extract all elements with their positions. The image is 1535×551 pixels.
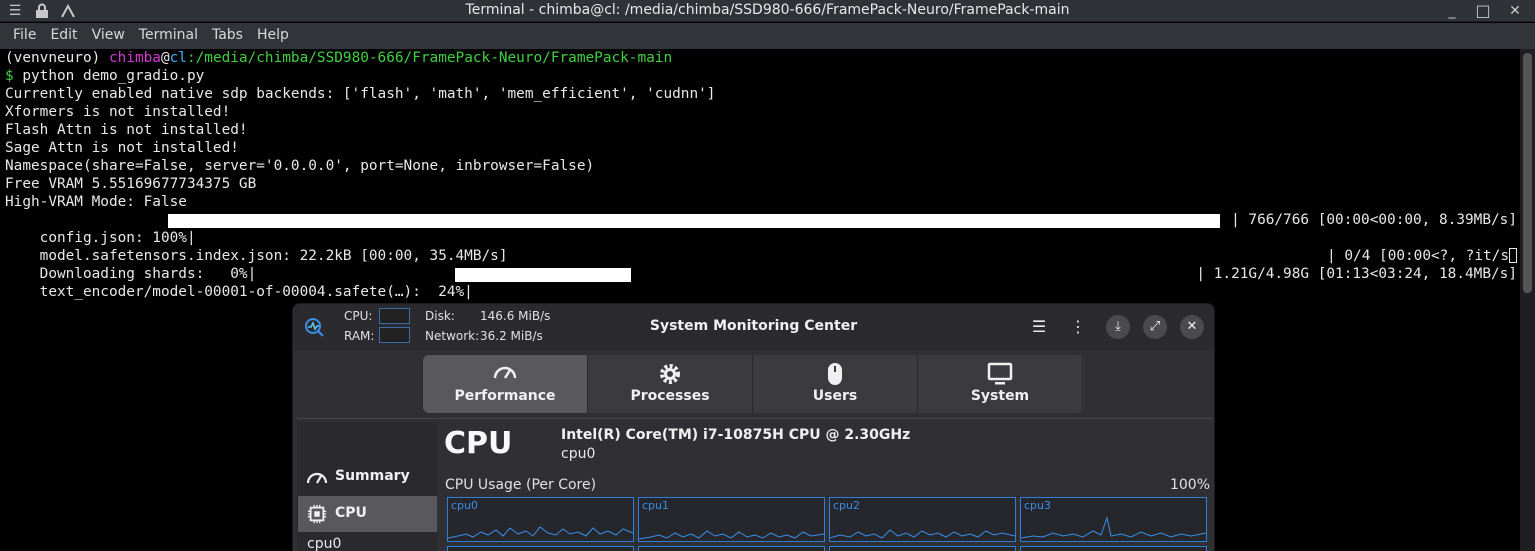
output-line: Flash Attn is not installed! xyxy=(5,122,248,138)
output-line: Free VRAM 5.55169677734375 GB xyxy=(5,176,257,192)
core-graph xyxy=(447,546,634,551)
menu-tabs[interactable]: Tabs xyxy=(205,23,250,49)
output-line: Namespace(share=False, server='0.0.0.0',… xyxy=(5,158,595,174)
menu-bar: File Edit View Terminal Tabs Help xyxy=(0,23,1535,49)
output-line: Xformers is not installed! xyxy=(5,104,231,120)
cpu-core-selector[interactable]: cpu0 xyxy=(307,536,341,551)
tab-label: Performance xyxy=(454,388,556,404)
cpu-usage-label: CPU Usage (Per Core) xyxy=(445,477,597,493)
core-graph-cpu3: cpu3 xyxy=(1020,497,1207,542)
cpu-usage-max: 100% xyxy=(1169,477,1210,493)
tab-label: System xyxy=(970,388,1030,404)
venv-name: (venvneuro) xyxy=(5,50,109,66)
output-line: High-VRAM Mode: False xyxy=(5,194,187,210)
performance-sidebar: Summary CPU cpu0 xyxy=(297,422,437,551)
mouse-icon xyxy=(753,361,917,387)
menu-view[interactable]: View xyxy=(85,23,132,49)
chip-icon xyxy=(307,504,327,524)
progress-line-config: config.json: 100%| | 766/766 [00:00<00:0… xyxy=(5,211,1520,246)
progress-line-shards: Downloading shards: 0%| | 0/4 [00:00<?, … xyxy=(5,247,1520,282)
prompt-host: cl xyxy=(169,50,187,66)
gauge-icon xyxy=(306,472,328,484)
system-monitor-window: CPU: RAM: Disk: 146.6 MiB/s Network: 36.… xyxy=(292,303,1215,551)
close-icon[interactable]: ✕ xyxy=(1180,315,1204,339)
tab-system[interactable]: System xyxy=(918,355,1083,413)
cpu-selected-core: cpu0 xyxy=(561,446,596,462)
core-graph xyxy=(638,546,825,551)
hamburger-menu-icon[interactable]: ☰ xyxy=(1028,316,1050,338)
monitor-header: CPU: RAM: Disk: 146.6 MiB/s Network: 36.… xyxy=(293,304,1214,350)
tab-label: Users xyxy=(812,388,858,404)
cpu-model-name: Intel(R) Core(TM) i7-10875H CPU @ 2.30GH… xyxy=(561,427,911,443)
prompt-symbol: $ xyxy=(5,68,23,84)
monitor-tabs: Performance Processes Users System xyxy=(423,355,1084,413)
window-title: Terminal - chimba@cl: /media/chimba/SSD9… xyxy=(465,2,1070,18)
progress-stats: | 1.21G/4.98G [01:13<03:24, 18.4MB/s] xyxy=(1196,266,1517,282)
progress-label: text_encoder/model-00001-of-00004.safete… xyxy=(39,284,473,300)
window-titlebar: ☰ Terminal - chimba@cl: /media/chimba/SS… xyxy=(0,0,1535,22)
prompt-at: @ xyxy=(160,50,170,66)
prompt-line: (venvneuro) chimba@cl:/media/chimba/SSD9… xyxy=(5,49,1520,67)
monitor-icon xyxy=(918,361,1082,387)
prompt-path: :/media/chimba/SSD980-666/FramePack-Neur… xyxy=(186,50,673,66)
expand-icon[interactable]: ⤢ xyxy=(1143,315,1167,339)
core-graph-cpu2: cpu2 xyxy=(829,497,1016,542)
output-line: Sage Attn is not installed! xyxy=(5,140,239,156)
prompt-user: chimba xyxy=(108,50,161,66)
sidebar-label: CPU xyxy=(335,505,367,521)
menu-terminal[interactable]: Terminal xyxy=(132,23,205,49)
progress-line-index: model.safetensors.index.json: 22.2kB [00… xyxy=(5,229,1520,264)
tab-users[interactable]: Users xyxy=(753,355,918,413)
progress-bar-fill xyxy=(168,214,1220,228)
menu-file[interactable]: File xyxy=(6,23,43,49)
gauge-icon xyxy=(423,361,587,387)
output-line: Currently enabled native sdp backends: [… xyxy=(5,86,716,102)
scrollbar-thumb[interactable] xyxy=(1523,53,1532,293)
close-button[interactable]: ✕ xyxy=(1504,1,1526,21)
cpu-heading: CPU xyxy=(444,426,513,461)
gear-icon xyxy=(588,361,752,387)
core-graph xyxy=(829,546,1016,551)
minimize-download-icon[interactable]: ⤓ xyxy=(1106,315,1130,339)
maximize-button[interactable]: □ xyxy=(1472,1,1494,21)
core-graph-cpu1: cpu1 xyxy=(638,497,825,542)
menu-edit[interactable]: Edit xyxy=(43,23,84,49)
progress-stats: | 766/766 [00:00<00:00, 8.39MB/s] xyxy=(1231,212,1517,228)
progress-line-encoder: text_encoder/model-00001-of-00004.safete… xyxy=(5,265,1520,300)
divider xyxy=(297,418,1212,419)
tab-processes[interactable]: Processes xyxy=(588,355,753,413)
progress-stats: | 0/4 [00:00<?, ?it/s xyxy=(1327,247,1517,265)
tab-label: Processes xyxy=(630,388,710,404)
command-text: python demo_gradio.py xyxy=(22,68,205,84)
command-line: $ python demo_gradio.py xyxy=(5,67,1520,85)
sidebar-item-cpu[interactable]: CPU xyxy=(298,496,437,532)
minimize-button[interactable]: _ xyxy=(1441,1,1463,21)
tab-performance[interactable]: Performance xyxy=(423,355,588,413)
core-graph xyxy=(1020,546,1207,551)
terminal-scrollbar[interactable] xyxy=(1520,49,1535,551)
cpu-details: CPU Intel(R) Core(TM) i7-10875H CPU @ 2.… xyxy=(441,422,1214,551)
core-graph-cpu0: cpu0 xyxy=(447,497,634,542)
menu-help[interactable]: Help xyxy=(250,23,296,49)
sidebar-label: Summary xyxy=(335,468,410,484)
more-options-icon[interactable]: ⋮ xyxy=(1067,316,1089,338)
progress-bar-fill xyxy=(455,268,631,282)
terminal-cursor xyxy=(1509,248,1517,263)
sidebar-item-summary[interactable]: Summary xyxy=(298,459,437,495)
